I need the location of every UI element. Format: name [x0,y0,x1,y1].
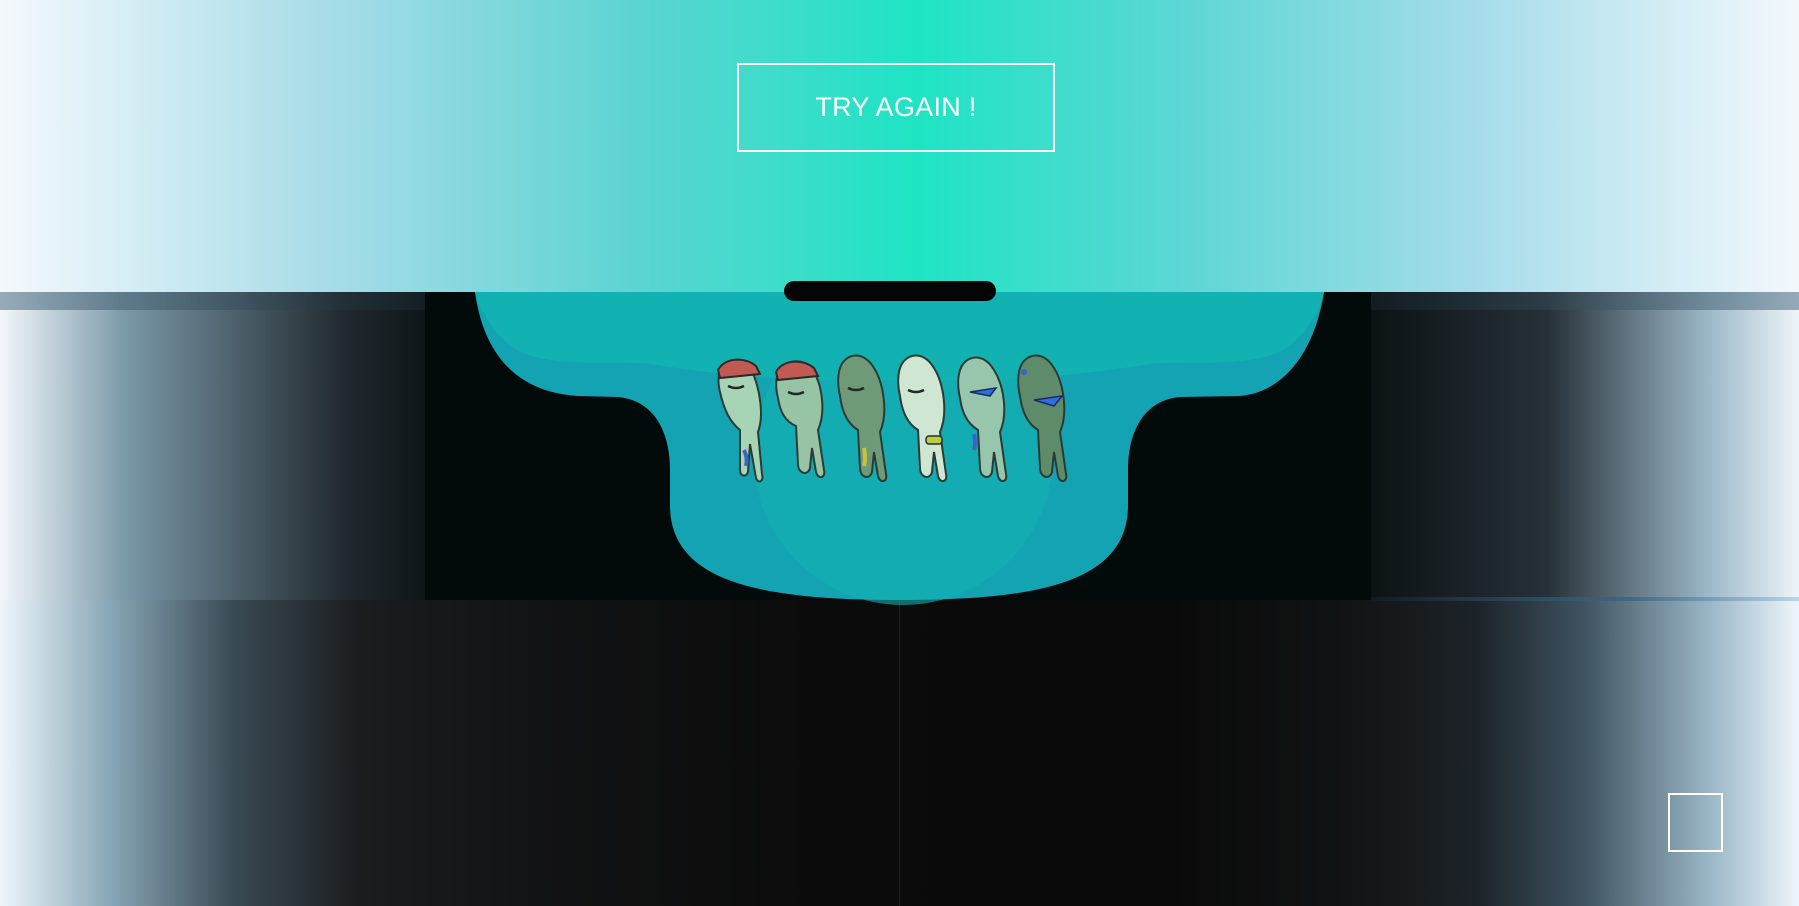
character-6 [1017,354,1068,482]
character-2 [774,360,826,478]
slot-bar-icon [784,281,996,301]
square-outline-icon[interactable] [1668,793,1723,852]
character-5 [957,356,1008,482]
character-4 [897,354,948,482]
character-3 [837,354,888,482]
character-1 [716,358,764,483]
character-lineup [716,354,1068,483]
